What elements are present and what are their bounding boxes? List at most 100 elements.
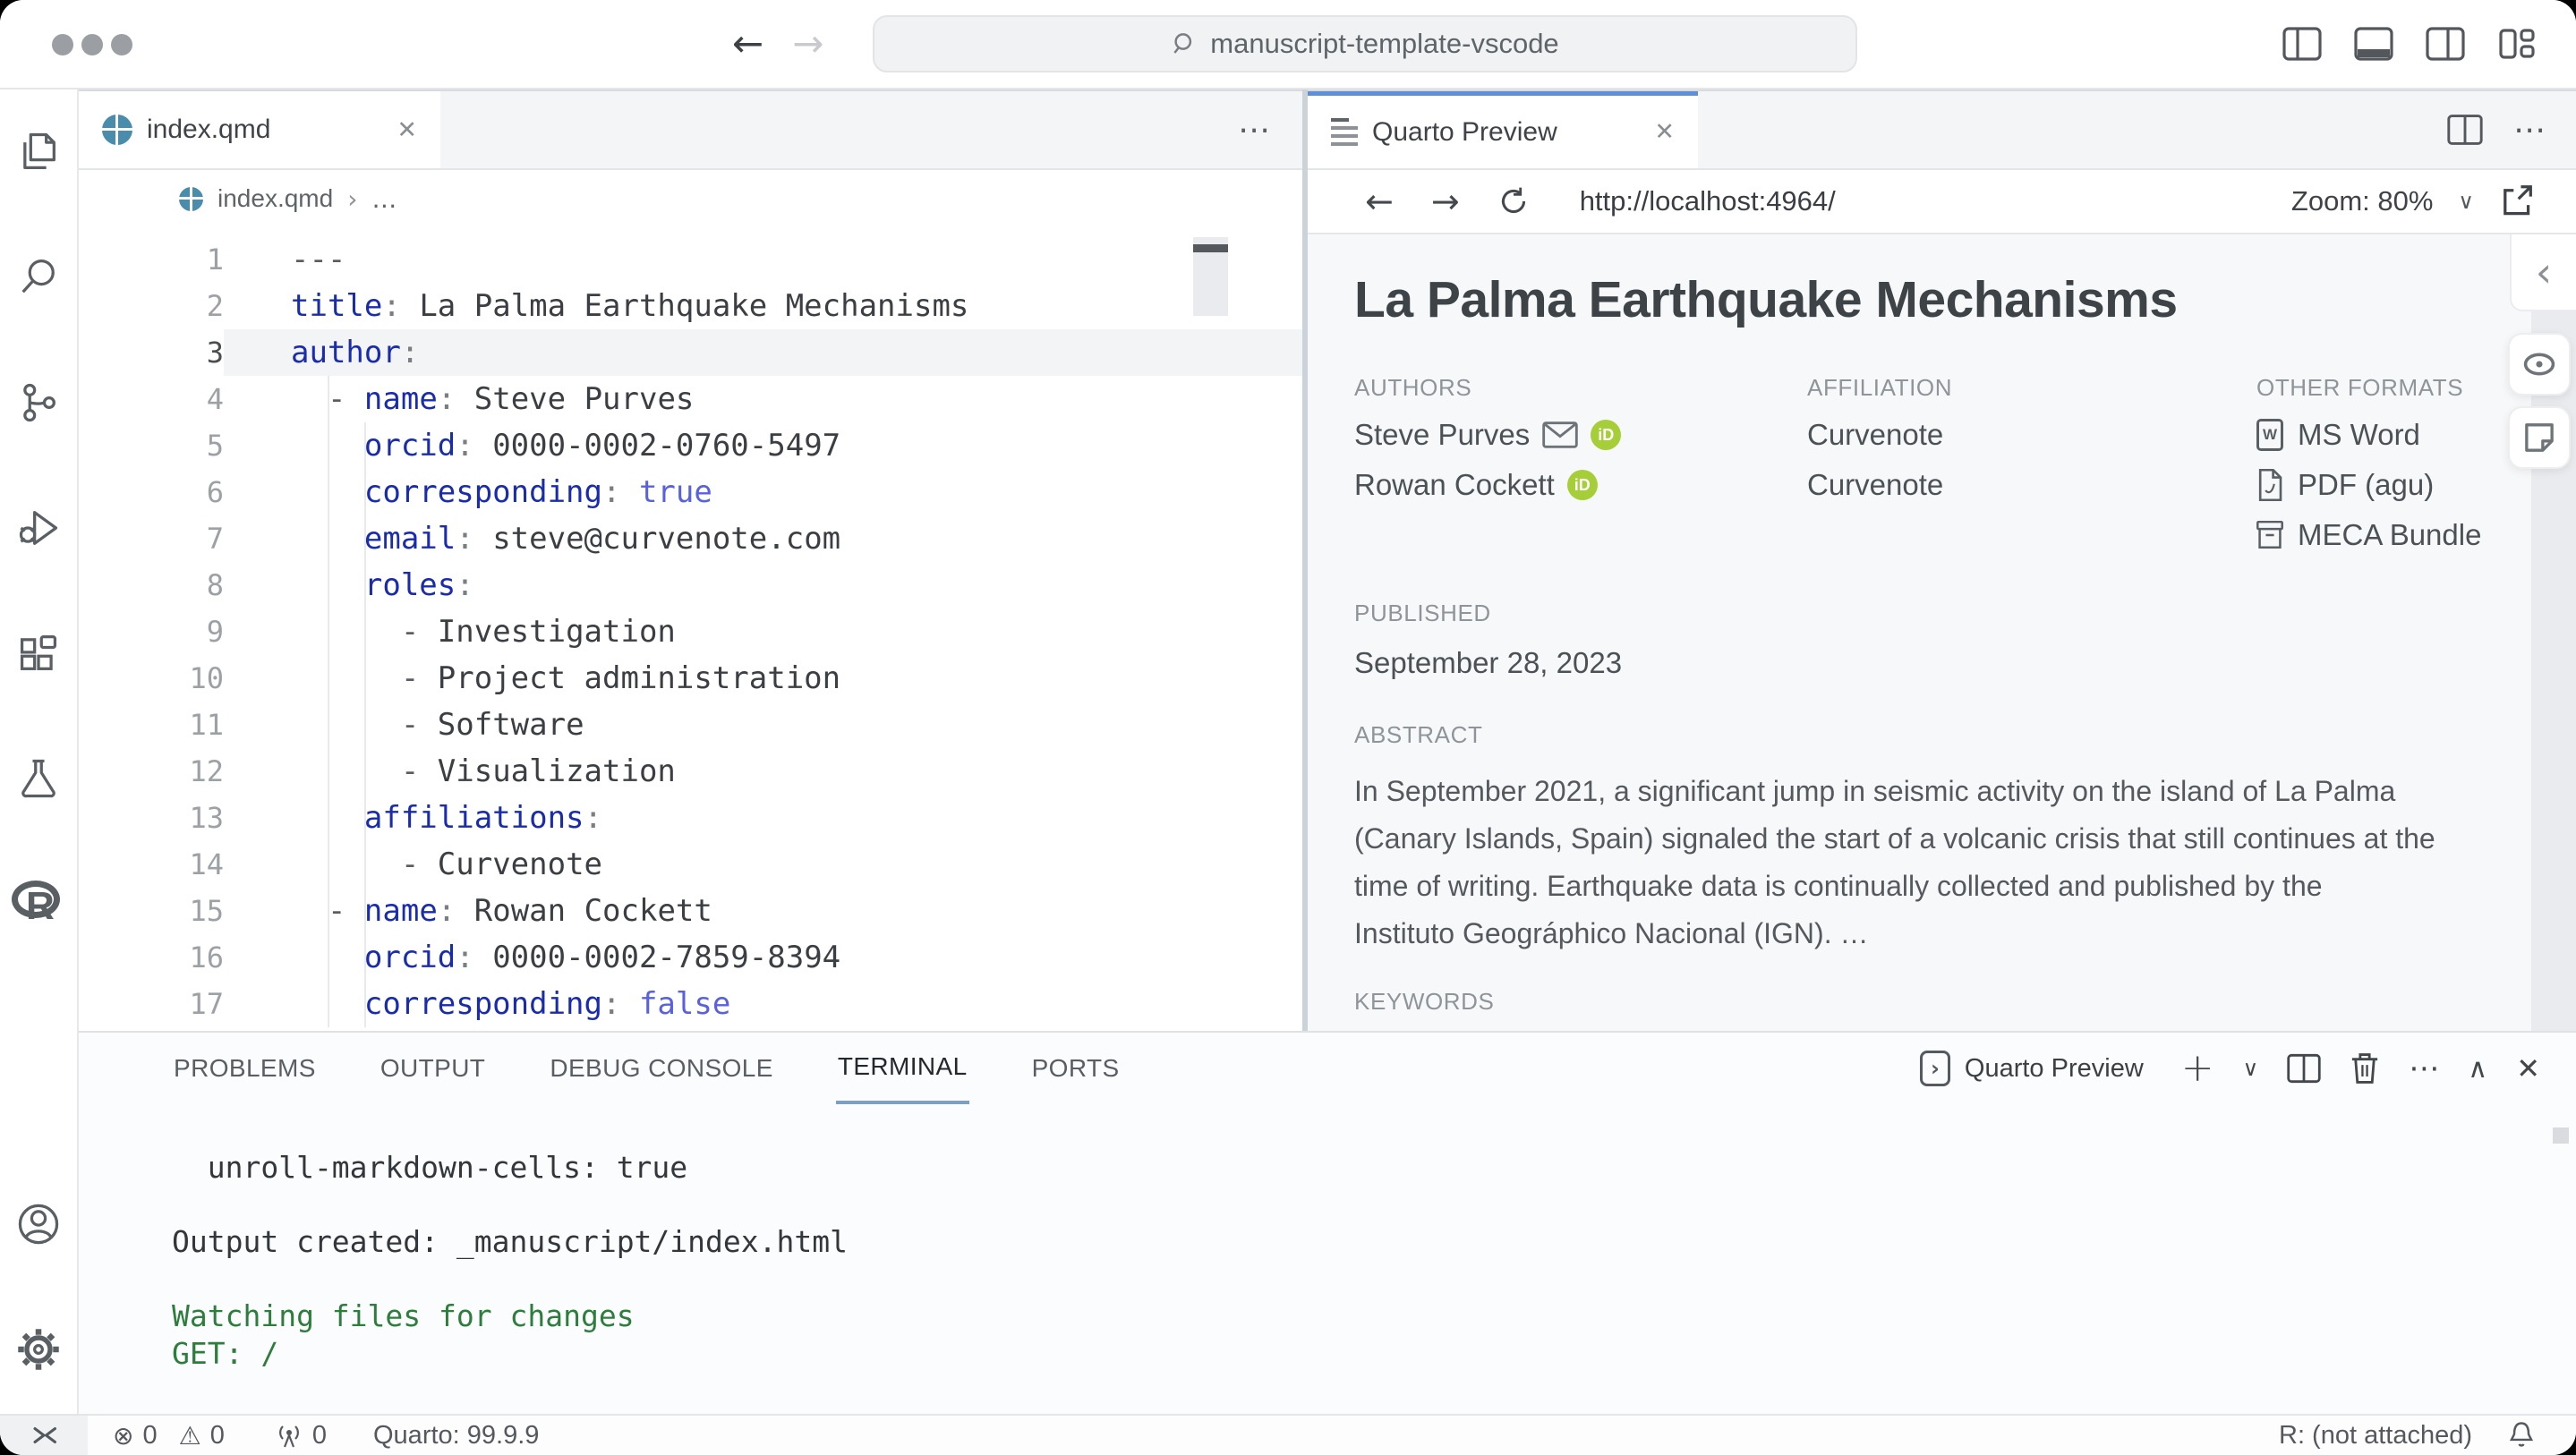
- ports-status[interactable]: 0: [275, 1421, 327, 1451]
- history-forward-button[interactable]: →: [792, 25, 823, 63]
- sidebar-item-run-debug[interactable]: [0, 490, 77, 566]
- problems-status[interactable]: ⊗ 0 ⚠ 0: [113, 1421, 225, 1451]
- code-line[interactable]: 17 corresponding: false: [79, 981, 1302, 1027]
- preview-back-icon[interactable]: ←: [1365, 184, 1394, 218]
- close-tab-icon[interactable]: ✕: [397, 116, 417, 144]
- reload-icon[interactable]: [1497, 185, 1530, 217]
- tab-debug-console[interactable]: DEBUG CONSOLE: [517, 1033, 805, 1104]
- sidebar-item-testing[interactable]: [0, 741, 77, 816]
- close-tab-icon[interactable]: ✕: [1654, 118, 1675, 146]
- editor-scrollbar[interactable]: [1193, 237, 1228, 316]
- terminal-dropdown-icon[interactable]: ∨: [2243, 1056, 2259, 1081]
- close-window-icon[interactable]: [52, 34, 73, 55]
- preview-url[interactable]: http://localhost:4964/: [1580, 185, 1836, 217]
- tab-terminal[interactable]: TERMINAL: [806, 1033, 1000, 1104]
- history-back-button[interactable]: ←: [732, 25, 763, 63]
- tab-quarto-preview[interactable]: Quarto Preview ✕: [1308, 91, 1698, 168]
- note-icon: [2523, 421, 2555, 454]
- code-line[interactable]: 6 corresponding: true: [79, 469, 1302, 515]
- split-editor-icon[interactable]: [2447, 114, 2483, 146]
- toggle-visibility-button[interactable]: [2508, 333, 2571, 396]
- line-number: 9: [79, 608, 224, 655]
- terminal-process-item[interactable]: › Quarto Preview: [1920, 1051, 2144, 1086]
- published-date: September 28, 2023: [1354, 646, 2495, 680]
- split-terminal-icon[interactable]: [2287, 1053, 2321, 1084]
- code-line[interactable]: 8 roles:: [79, 562, 1302, 608]
- toggle-secondary-sidebar-icon[interactable]: [2426, 27, 2465, 61]
- code-line[interactable]: 12 - Visualization: [79, 748, 1302, 795]
- close-panel-icon[interactable]: ✕: [2516, 1051, 2540, 1085]
- code-line[interactable]: 3author:: [79, 329, 1302, 376]
- breadcrumb-more[interactable]: …: [371, 184, 397, 214]
- preview-forward-icon[interactable]: →: [1431, 184, 1460, 218]
- sidebar-item-r[interactable]: R: [0, 866, 77, 941]
- zoom-level[interactable]: Zoom: 80%: [2291, 185, 2434, 217]
- orcid-icon[interactable]: iD: [1567, 470, 1598, 500]
- kill-terminal-trash-icon[interactable]: [2350, 1052, 2380, 1085]
- tab-index-qmd[interactable]: index.qmd ✕: [79, 91, 440, 168]
- sidebar-item-search[interactable]: [0, 240, 77, 315]
- settings-button[interactable]: [0, 1312, 77, 1387]
- customize-layout-icon[interactable]: [2497, 27, 2537, 61]
- sidebar-item-explorer[interactable]: [0, 115, 77, 190]
- email-icon[interactable]: [1542, 421, 1578, 448]
- line-number: 15: [79, 888, 224, 934]
- article-meta: AUTHORS Steve Purves iD Rowan Cockett iD…: [1354, 374, 2495, 560]
- format-meca[interactable]: MECA Bundle: [2256, 510, 2495, 560]
- status-bar: ⊗ 0 ⚠ 0 0 Quarto: 99.9.9 R: (not attache…: [0, 1414, 2576, 1455]
- remote-indicator[interactable]: [0, 1416, 88, 1455]
- editor-more-actions-icon[interactable]: ⋯: [1238, 112, 1302, 149]
- quarto-version-status[interactable]: Quarto: 99.9.9: [373, 1421, 539, 1451]
- code-line[interactable]: 14 - Curvenote: [79, 841, 1302, 888]
- zoom-dropdown-icon[interactable]: ∨: [2458, 189, 2474, 214]
- code-line[interactable]: 9 - Investigation: [79, 608, 1302, 655]
- quarto-file-icon: [102, 115, 132, 145]
- code-line[interactable]: 16 orcid: 0000-0002-7859-8394: [79, 934, 1302, 981]
- preview-more-actions-icon[interactable]: ⋯: [2513, 112, 2546, 149]
- code-line[interactable]: 10 - Project administration: [79, 655, 1302, 702]
- code-line[interactable]: 7 email: steve@curvenote.com: [79, 515, 1302, 562]
- code-line[interactable]: 5 orcid: 0000-0002-0760-5497: [79, 422, 1302, 469]
- annotation-note-button[interactable]: [2508, 406, 2571, 469]
- account-button[interactable]: [0, 1187, 77, 1262]
- editor-group: index.qmd ✕ ⋯ index.qmd › … 1---2title: …: [79, 89, 1302, 1031]
- toggle-primary-sidebar-icon[interactable]: [2282, 27, 2322, 61]
- terminal-more-actions-icon[interactable]: ⋯: [2409, 1051, 2439, 1086]
- collapse-panel-chevron[interactable]: ‹: [2510, 234, 2576, 311]
- open-external-icon[interactable]: [2499, 184, 2533, 218]
- code-line[interactable]: 11 - Software: [79, 702, 1302, 748]
- code-line[interactable]: 15 - name: Rowan Cockett: [79, 888, 1302, 934]
- scrollbar-thumb[interactable]: [1193, 244, 1228, 252]
- extensions-icon: [15, 630, 62, 676]
- maximize-window-icon[interactable]: [111, 34, 132, 55]
- terminal-output[interactable]: unroll-markdown-cells: trueOutput create…: [79, 1104, 2576, 1414]
- breadcrumb-file[interactable]: index.qmd: [218, 184, 333, 213]
- orcid-icon[interactable]: iD: [1591, 420, 1621, 450]
- maximize-panel-icon[interactable]: ∧: [2468, 1053, 2487, 1085]
- code-line[interactable]: 13 affiliations:: [79, 795, 1302, 841]
- toggle-panel-icon[interactable]: [2354, 27, 2393, 61]
- code-line[interactable]: 1---: [79, 236, 1302, 283]
- breadcrumb[interactable]: index.qmd › …: [79, 170, 1302, 227]
- line-number: 13: [79, 795, 224, 841]
- r-status[interactable]: R: (not attached): [2279, 1421, 2472, 1451]
- tab-ports[interactable]: PORTS: [1000, 1033, 1152, 1104]
- new-terminal-icon[interactable]: +: [2181, 1049, 2214, 1088]
- terminal-scrollbar[interactable]: [2553, 1127, 2569, 1144]
- code-line[interactable]: 4 - name: Steve Purves: [79, 376, 1302, 422]
- code-editor[interactable]: 1---2title: La Palma Earthquake Mechanis…: [79, 227, 1302, 1031]
- code-line[interactable]: 2title: La Palma Earthquake Mechanisms: [79, 283, 1302, 329]
- minimize-window-icon[interactable]: [81, 34, 103, 55]
- line-number: 10: [79, 655, 224, 702]
- format-pdf[interactable]: PDF (agu): [2256, 460, 2495, 510]
- format-ms-word[interactable]: W MS Word: [2256, 410, 2495, 460]
- activity-bar: R: [0, 89, 79, 1414]
- rendered-article: La Palma Earthquake Mechanisms AUTHORS S…: [1308, 234, 2576, 1031]
- eye-icon: [2522, 350, 2556, 379]
- command-center-search[interactable]: manuscript-template-vscode: [873, 15, 1857, 72]
- notifications-bell-icon[interactable]: [2508, 1421, 2535, 1450]
- tab-problems[interactable]: PROBLEMS: [141, 1033, 348, 1104]
- sidebar-item-extensions[interactable]: [0, 616, 77, 691]
- tab-output[interactable]: OUTPUT: [348, 1033, 518, 1104]
- sidebar-item-source-control[interactable]: [0, 365, 77, 440]
